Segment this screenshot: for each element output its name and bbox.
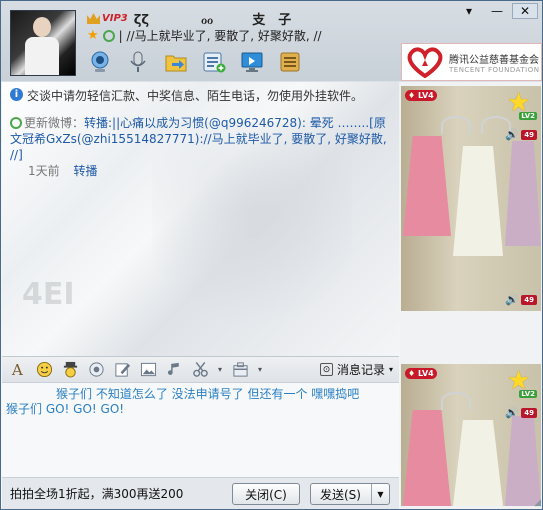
contact-signature: | //马上就毕业了, 要散了, 好聚好散, // [118, 29, 322, 43]
list-add-icon [203, 52, 226, 73]
pink-dress-graphic [403, 410, 451, 506]
message-history-button[interactable]: ⊙ 消息记录 ▾ [319, 361, 393, 378]
send-label: 发送(S) [320, 487, 361, 502]
snapshot-icon[interactable] [86, 360, 106, 380]
level-star: ★ LV2 [507, 90, 537, 120]
weibo-icon [10, 117, 22, 129]
signature-line: ★ | //马上就毕业了, 要散了, 好聚好散, // [87, 27, 322, 44]
weibo-update: 更新微博：转播:||心痛以成为习惯(@q996246728): 晕死 ……..[… [10, 115, 396, 179]
svg-text:A: A [10, 361, 23, 378]
weibo-meta: 1天前 转播 [28, 163, 396, 179]
menu-button[interactable]: ▾ [456, 3, 482, 19]
app-box-icon [280, 52, 300, 72]
video-call-button[interactable] [87, 49, 113, 75]
avatar-head [33, 17, 51, 37]
weibo-forward-link[interactable]: 转播 [73, 164, 97, 178]
security-notice: i 交谈中请勿轻信汇款、中奖信息、陌生电话，勿使用外挂软件。 [10, 87, 363, 104]
input-line-2: 猴子们 GO! GO! GO! [6, 402, 125, 416]
box-icon[interactable] [230, 360, 250, 380]
chevron-down-icon[interactable]: ▾ [216, 360, 224, 380]
star-icon[interactable]: ★ [87, 28, 99, 43]
history-icon: ⊙ [319, 363, 333, 376]
history-label: 消息记录 [336, 363, 385, 377]
show-panel: ♦ LV4 ★ LV2 🔊 49 🔊 49 ♦ LV4 ★ LV2 🔊 49 [400, 82, 542, 509]
count-badge: 49 [521, 295, 537, 305]
ad-title: 腾讯公益慈善基金会 [449, 54, 539, 66]
contact-name-line: VIP3 ζζ ℴℴ 支 子 [87, 9, 291, 28]
remote-assist-button[interactable] [239, 49, 265, 75]
close-button[interactable]: 关闭(C) [232, 483, 300, 505]
tencent-foundation-ad[interactable]: 腾讯公益慈善基金会 TENCENT FOUNDATION [401, 43, 542, 81]
weibo-prefix: 更新微博： [24, 116, 85, 130]
input-line-1: 猴子们 不知道怎么了 没法申请号了 但还有一个 嘿嘿捣吧 [56, 387, 360, 401]
music-icon[interactable] [164, 360, 184, 380]
face-magic-icon[interactable] [60, 360, 80, 380]
white-dress-graphic [453, 420, 503, 506]
count-badge: 49 [521, 130, 537, 140]
vip-label: VIP3 [102, 13, 128, 24]
scissors-icon[interactable] [190, 360, 210, 380]
pink-dress-graphic [403, 136, 451, 236]
create-group-button[interactable] [201, 49, 227, 75]
background-watermark: 4EI [22, 277, 75, 312]
bottom-bar: 拍拍全场1折起，满300再送200 关闭(C) 发送(S) ▼ [2, 477, 399, 509]
crown-icon [87, 13, 100, 24]
promo-link[interactable]: 拍拍全场1折起，满300再送200 [10, 485, 183, 502]
close-window-button[interactable]: ✕ [512, 3, 538, 19]
level-text: LV4 [417, 369, 434, 378]
level-badge: ♦ LV4 [405, 90, 437, 101]
speaker-icon[interactable]: 🔊 [505, 406, 519, 419]
contact-name: ζζ ℴℴ 支 子 [133, 13, 292, 28]
emoji-icon[interactable] [34, 360, 54, 380]
hanger-graphic [441, 116, 471, 134]
purple-dress-graphic [505, 141, 541, 246]
font-icon[interactable]: A [8, 360, 28, 380]
hanger-graphic [441, 392, 471, 410]
qq-chat-window: ▾ — ✕ VIP3 ζζ ℴℴ 支 子 ★ | //马上就毕业了, 要散了, … [0, 0, 543, 510]
white-dress-graphic [453, 146, 503, 256]
avatar-body [25, 37, 59, 75]
window-controls: ▾ — ✕ [456, 3, 538, 19]
monitor-icon [241, 52, 263, 72]
webcam-icon [91, 51, 109, 72]
apps-button[interactable] [277, 49, 303, 75]
show-panel-top[interactable]: ♦ LV4 ★ LV2 🔊 49 🔊 49 [401, 86, 541, 311]
level-star: ★ LV2 [507, 368, 537, 398]
voice-call-button[interactable] [125, 49, 151, 75]
edit-icon[interactable] [112, 360, 132, 380]
star-level: LV2 [519, 112, 537, 120]
weibo-content: 更新微博：转播:||心痛以成为习惯(@q996246728): 晕死 ……..[… [10, 115, 396, 163]
purple-dress-graphic [505, 416, 541, 506]
send-button[interactable]: 发送(S) ▼ [310, 483, 390, 505]
send-options-dropdown[interactable]: ▼ [371, 484, 389, 504]
notice-text: 交谈中请勿轻信汇款、中奖信息、陌生电话，勿使用外挂软件。 [27, 89, 364, 103]
folder-send-icon [165, 55, 187, 72]
level-text: LV4 [417, 91, 434, 100]
image-icon[interactable] [138, 360, 158, 380]
contact-avatar[interactable] [10, 10, 76, 76]
box-dropdown-icon[interactable]: ▾ [256, 360, 264, 380]
vip-badge[interactable]: VIP3 [87, 13, 128, 24]
send-file-button[interactable] [163, 49, 189, 75]
show-panel-bottom[interactable]: ♦ LV4 ★ LV2 🔊 49 [401, 364, 541, 506]
chat-toolbar [87, 49, 303, 75]
star-level: LV2 [519, 390, 537, 398]
count-badge: 49 [521, 408, 537, 418]
history-dropdown-icon: ▾ [388, 365, 393, 374]
format-toolbar: A ▾ ▾ ⊙ 消息记录 ▾ [2, 356, 399, 383]
level-badge: ♦ LV4 [405, 368, 437, 379]
resize-grip-icon[interactable]: ◢ [534, 498, 541, 508]
message-input[interactable]: 猴子们 不知道怎么了 没法申请号了 但还有一个 嘿嘿捣吧 猴子们 GO! GO!… [2, 383, 399, 477]
chat-history-area[interactable]: 4EI i 交谈中请勿轻信汇款、中奖信息、陌生电话，勿使用外挂软件。 更新微博：… [2, 82, 399, 356]
heart-logo-icon [407, 47, 443, 78]
minimize-button[interactable]: — [484, 3, 510, 19]
speaker-icon[interactable]: 🔊 [505, 293, 519, 306]
info-icon: i [10, 88, 23, 101]
ad-text: 腾讯公益慈善基金会 TENCENT FOUNDATION [449, 51, 539, 74]
ad-subtitle: TENCENT FOUNDATION [449, 65, 540, 74]
qzone-icon[interactable] [102, 29, 115, 42]
weibo-time: 1天前 [28, 164, 60, 178]
microphone-icon [130, 51, 146, 72]
speaker-icon[interactable]: 🔊 [505, 128, 519, 141]
